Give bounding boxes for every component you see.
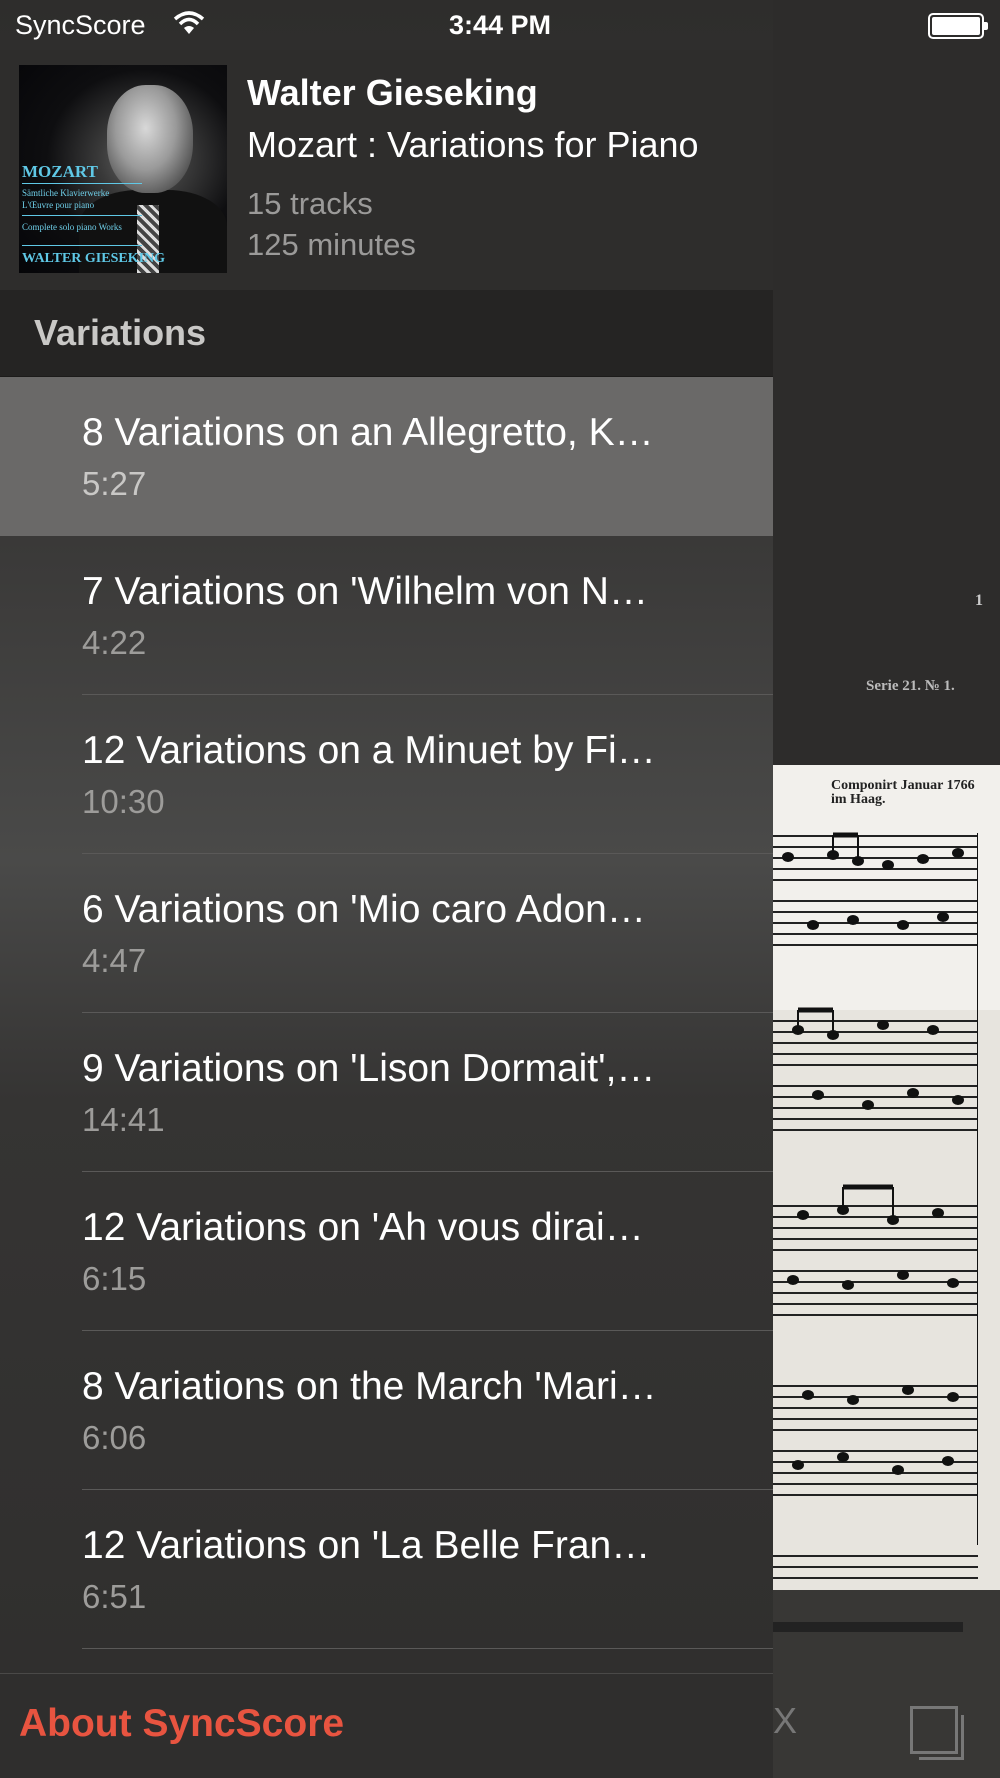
track-row[interactable]: 12 Variations on 'La Belle Fran… 6:51 xyxy=(0,1490,773,1649)
artist-name: Walter Gieseking xyxy=(247,72,538,113)
track-title: 8 Variations on an Allegretto, K… xyxy=(82,411,654,454)
track-duration: 4:47 xyxy=(82,942,147,979)
score-series-label: Serie 21. № 1. xyxy=(866,678,955,694)
track-row[interactable]: 7 Variations on 'Wilhelm von N… 4:22 xyxy=(0,536,773,695)
track-row[interactable]: 8 Variations on an Allegretto, K… 5:27 xyxy=(0,377,773,536)
score-notes xyxy=(782,832,978,1545)
track-duration: 4:22 xyxy=(82,624,147,661)
score-composition-note-2: im Haag. xyxy=(831,792,886,807)
score-progress-bar[interactable] xyxy=(773,1622,963,1632)
sidebar: MOZART Sämtliche Klavierwerke L'Œuvre po… xyxy=(0,0,773,1778)
score-toolbar xyxy=(773,1590,1000,1778)
album-art-line: Sämtliche Klavierwerke xyxy=(22,188,110,198)
album-title: Mozart : Variations for Piano xyxy=(247,124,699,165)
album-art-composer: MOZART xyxy=(22,162,98,181)
track-row[interactable]: 9 Variations on 'Lison Dormait',… 14:41 xyxy=(0,1013,773,1172)
clock: 3:44 PM xyxy=(448,10,552,40)
score-background: 1 Serie 21. № 1. Componirt Januar 1766 i… xyxy=(773,0,1000,1778)
track-title: 7 Variations on 'Wilhelm von N… xyxy=(82,570,648,613)
track-row[interactable]: 12 Variations on a Minuet by Fi… 10:30 xyxy=(0,695,773,854)
battery-icon xyxy=(928,13,988,39)
about-link[interactable]: About SyncScore xyxy=(19,1702,344,1746)
section-header: Variations xyxy=(0,290,773,377)
track-title: 12 Variations on a Minuet by Fi… xyxy=(82,729,656,772)
album-header: MOZART Sämtliche Klavierwerke L'Œuvre po… xyxy=(0,50,773,291)
track-title: 9 Variations on 'Lison Dormait',… xyxy=(82,1047,656,1090)
track-duration: 6:51 xyxy=(82,1578,147,1615)
track-title: 8 Variations on the March 'Mari… xyxy=(82,1365,657,1408)
track-count: 15 tracks xyxy=(247,186,373,221)
track-title: 6 Variations on 'Mio caro Adon… xyxy=(82,888,646,931)
track-duration: 6:15 xyxy=(82,1260,147,1297)
album-art: MOZART Sämtliche Klavierwerke L'Œuvre po… xyxy=(19,65,227,273)
album-art-line: L'Œuvre pour piano xyxy=(22,200,95,210)
album-art-line: Complete solo piano Works xyxy=(22,222,122,232)
section-title: Variations xyxy=(34,312,207,353)
track-title: 12 Variations on 'Ah vous dirai… xyxy=(82,1206,644,1249)
album-duration: 125 minutes xyxy=(247,227,416,262)
close-icon[interactable]: X xyxy=(773,1700,797,1742)
score-page-number: 1 xyxy=(975,592,983,609)
track-duration: 6:06 xyxy=(82,1419,147,1456)
album-art-performer: WALTER GIESEKING xyxy=(22,251,166,266)
status-bar: SyncScore 3:44 PM xyxy=(0,0,1000,50)
staff xyxy=(773,1555,978,1585)
footer: About SyncScore xyxy=(0,1673,773,1778)
pages-icon[interactable] xyxy=(910,1706,964,1760)
track-duration: 10:30 xyxy=(82,783,165,820)
track-row[interactable]: 8 Variations on the March 'Mari… 6:06 xyxy=(0,1331,773,1490)
track-title: 12 Variations on 'La Belle Fran… xyxy=(82,1524,651,1567)
divider xyxy=(82,1648,773,1649)
track-row[interactable]: 12 Variations on 'Ah vous dirai… 6:15 xyxy=(0,1172,773,1331)
track-duration: 5:27 xyxy=(82,465,147,502)
track-duration: 14:41 xyxy=(82,1101,165,1138)
track-row[interactable]: 6 Variations on 'Mio caro Adon… 4:47 xyxy=(0,854,773,1013)
